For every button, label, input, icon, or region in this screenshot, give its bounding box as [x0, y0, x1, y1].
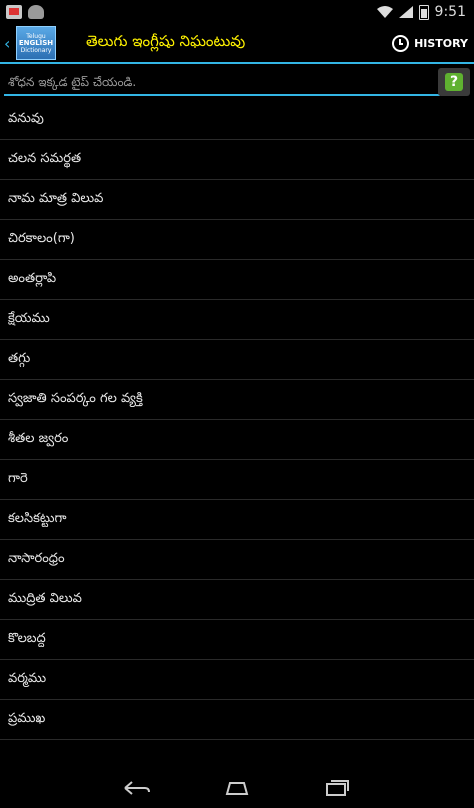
status-bar: 9:51 [0, 0, 474, 24]
list-item[interactable]: అంతర్లాపి [0, 260, 474, 300]
list-item[interactable]: కొలబద్ద [0, 620, 474, 660]
recent-apps-button[interactable] [317, 773, 357, 803]
back-button[interactable] [117, 773, 157, 803]
search-row: ? [0, 64, 474, 100]
wifi-icon [376, 6, 393, 18]
recent-apps-icon [326, 780, 349, 796]
list-item[interactable]: స్వజాతి సంపర్కం గల వ్యక్తి [0, 380, 474, 420]
action-bar: ‹ Telugu ENGLISH Dictionary తెలుగు ఇంగ్ల… [0, 24, 474, 62]
list-item[interactable]: చిరకాలం(గా) [0, 220, 474, 260]
notification-cat-icon [28, 5, 44, 19]
history-button[interactable]: HISTORY [392, 34, 468, 52]
list-item[interactable]: చలన సమర్థత [0, 140, 474, 180]
logo-line-2: ENGLISH [18, 38, 54, 47]
list-item[interactable]: వనువు [0, 100, 474, 140]
page-title: తెలుగు ఇంగ్లీషు నిఘంటువు [86, 32, 246, 50]
list-item[interactable]: గారె [0, 460, 474, 500]
help-button[interactable]: ? [438, 68, 470, 96]
logo-line-3: Dictionary [20, 46, 52, 54]
clock-icon [392, 34, 410, 52]
up-caret-icon[interactable]: ‹ [4, 34, 14, 53]
list-item[interactable]: ముద్రిత విలువ [0, 580, 474, 620]
clock-time: 9:51 [434, 4, 466, 20]
question-mark-icon: ? [445, 73, 463, 91]
history-label: HISTORY [414, 36, 468, 50]
home-button[interactable] [217, 773, 257, 803]
app-logo[interactable]: Telugu ENGLISH Dictionary [16, 26, 56, 60]
list-item[interactable]: ప్రముఖ [0, 700, 474, 740]
list-item[interactable]: నాసారంధ్రం [0, 540, 474, 580]
list-item[interactable]: తగ్గు [0, 340, 474, 380]
search-input[interactable] [4, 70, 440, 96]
notification-app-icon [6, 5, 22, 19]
back-arrow-icon [124, 781, 150, 795]
list-item[interactable]: నామ మాత్ర విలువ [0, 180, 474, 220]
list-item[interactable]: క్షేయము [0, 300, 474, 340]
word-list: వనువు చలన సమర్థత నామ మాత్ర విలువ చిరకాలం… [0, 100, 474, 740]
list-item[interactable]: కలసికట్టుగా [0, 500, 474, 540]
battery-icon [418, 4, 429, 20]
list-item[interactable]: వర్మము [0, 660, 474, 700]
navigation-bar [0, 768, 474, 808]
list-item[interactable]: శీతల జ్వరం [0, 420, 474, 460]
home-icon [225, 782, 249, 795]
signal-icon [398, 6, 413, 18]
